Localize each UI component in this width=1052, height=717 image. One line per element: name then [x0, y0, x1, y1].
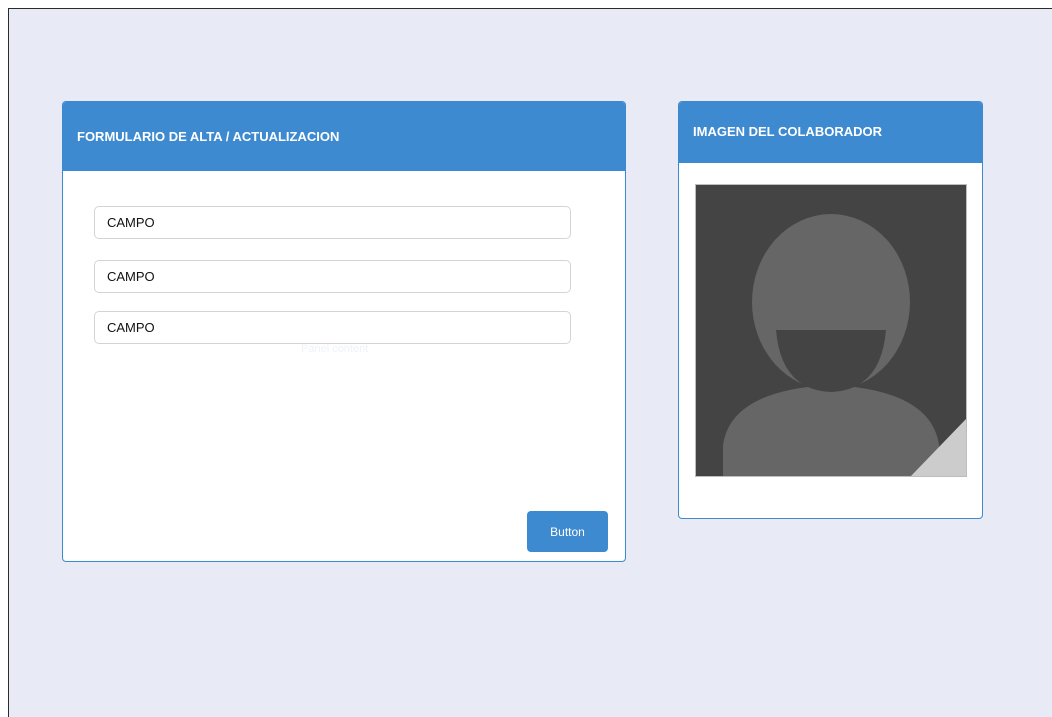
collaborator-photo[interactable]	[695, 184, 967, 477]
image-panel: IMAGEN DEL COLABORADOR	[678, 101, 983, 519]
form-panel-title: FORMULARIO DE ALTA / ACTUALIZACION	[77, 129, 340, 144]
campo-input-3[interactable]	[94, 311, 571, 344]
campo-input-1[interactable]	[94, 206, 571, 239]
user-avatar-placeholder-icon	[696, 185, 966, 476]
submit-button[interactable]: Button	[527, 511, 608, 552]
campo-input-2[interactable]	[94, 260, 571, 293]
form-panel: FORMULARIO DE ALTA / ACTUALIZACION Panel…	[62, 101, 626, 562]
panel-content-hint: Panel content	[301, 343, 369, 355]
image-panel-header: IMAGEN DEL COLABORADOR	[679, 102, 982, 163]
image-panel-title: IMAGEN DEL COLABORADOR	[693, 124, 882, 139]
page-canvas: FORMULARIO DE ALTA / ACTUALIZACION Panel…	[8, 8, 1052, 717]
form-panel-header: FORMULARIO DE ALTA / ACTUALIZACION	[63, 102, 625, 171]
